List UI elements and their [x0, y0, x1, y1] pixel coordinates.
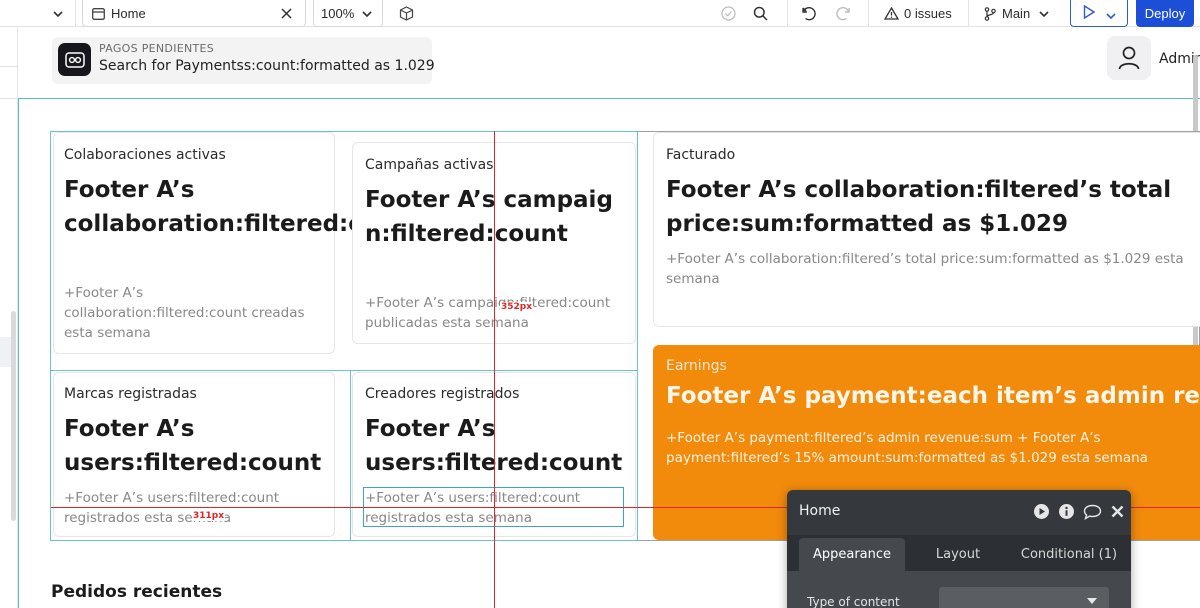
- card-note: +Footer A’s users:filtered:count registr…: [64, 490, 280, 526]
- issues-button[interactable]: 0 issues: [884, 0, 952, 27]
- divider: [968, 0, 969, 27]
- warning-icon: [884, 7, 899, 20]
- chevron-down-icon: [1105, 4, 1116, 23]
- chevron-down-icon[interactable]: [48, 0, 68, 27]
- payment-icon: [58, 43, 91, 76]
- divider: [868, 0, 869, 27]
- stat-card-collaborations[interactable]: Colaboraciones activas Footer A’s collab…: [53, 132, 422, 354]
- redo-icon[interactable]: [835, 0, 850, 27]
- tab-conditional[interactable]: Conditional (1): [1011, 538, 1127, 571]
- card-note: +Footer A’s collaboration:filtered:count…: [64, 285, 305, 341]
- chevron-down-icon: [1039, 10, 1049, 17]
- divider: [75, 0, 76, 27]
- card-value: Footer A’s users:filtered:count: [64, 416, 322, 476]
- type-of-content-label: Type of content: [807, 595, 900, 608]
- divider: [0, 66, 17, 67]
- recent-orders-title: Pedidos recientes: [51, 582, 223, 602]
- play-icon: [1083, 4, 1095, 23]
- scrollbar[interactable]: [11, 311, 16, 521]
- horizontal-distance-label: 311px: [192, 511, 226, 521]
- zoom-value: 100%: [321, 6, 355, 21]
- branch-selector[interactable]: Main: [984, 0, 1049, 27]
- left-panel-edge: [0, 28, 18, 608]
- card-value: Footer A’s collaboration:filtered:count: [64, 177, 422, 237]
- deploy-button[interactable]: Deploy: [1136, 0, 1194, 27]
- pending-payments-widget[interactable]: PAGOS PENDIENTES Search for Paymentss:co…: [52, 37, 435, 84]
- avatar[interactable]: [1107, 36, 1151, 80]
- play-circle-icon[interactable]: [1033, 503, 1050, 520]
- vertical-distance-label: 352px: [500, 302, 534, 312]
- card-label: Facturado: [666, 147, 736, 163]
- card-label: Creadores registrados: [365, 386, 520, 402]
- close-icon[interactable]: [1109, 503, 1126, 520]
- property-editor-body: Type of content: [787, 571, 1131, 608]
- branch-name: Main: [1002, 6, 1031, 21]
- divider: [0, 98, 17, 99]
- card-value: Footer A’s users:filtered:count: [365, 416, 623, 476]
- property-editor-title: Home: [799, 503, 841, 519]
- property-editor-tabs: Appearance Layout Conditional (1): [787, 535, 1131, 571]
- user-icon: [1118, 46, 1140, 70]
- header-outline: [18, 98, 1200, 99]
- page-selector[interactable]: Home: [82, 0, 306, 27]
- card-note: +Footer A’s campaign:filtered:count publ…: [365, 295, 611, 331]
- info-icon[interactable]: [1058, 503, 1075, 520]
- card-value: Footer A’s campaign:filtered:count: [365, 187, 613, 247]
- divider: [787, 0, 788, 27]
- branch-icon: [984, 6, 996, 21]
- vertical-guide: [494, 131, 495, 608]
- zoom-selector[interactable]: 100%: [313, 0, 383, 27]
- card-label: Colaboraciones activas: [64, 147, 226, 163]
- property-editor[interactable]: Home Appearance Layout Conditional (1) T…: [787, 490, 1131, 608]
- comment-icon[interactable]: [1082, 503, 1102, 520]
- page-name: Home: [111, 6, 146, 21]
- chevron-down-icon: [362, 0, 372, 27]
- check-circle-icon[interactable]: [721, 0, 736, 27]
- page-outline: [18, 98, 19, 608]
- issues-count: 0 issues: [904, 6, 952, 21]
- card-note: +Footer A’s collaboration:filtered’s tot…: [666, 251, 1184, 287]
- card-label: Earnings: [666, 358, 727, 374]
- stat-card-billed[interactable]: Facturado Footer A’s collaboration:filte…: [653, 132, 1200, 327]
- editor-window: Home 100% 0 issues Main Deploy PAGOS PEN…: [0, 0, 1200, 608]
- cube-icon[interactable]: [399, 0, 414, 27]
- search-icon[interactable]: [753, 0, 768, 27]
- card-value: Footer A’s payment:each item’s admin rev…: [666, 383, 1200, 409]
- card-note: +Footer A’s payment:filtered’s admin rev…: [666, 430, 1148, 466]
- top-toolbar: Home 100% 0 issues Main Deploy: [0, 0, 1200, 27]
- pending-payments-label: PAGOS PENDIENTES: [99, 42, 215, 55]
- tab-appearance[interactable]: Appearance: [799, 538, 905, 571]
- page-icon: [92, 0, 105, 27]
- caret-down-icon: [1087, 598, 1097, 604]
- undo-icon[interactable]: [802, 0, 817, 27]
- pending-payments-value: Search for Paymentss:count:formatted as …: [99, 58, 435, 74]
- close-icon[interactable]: [281, 0, 292, 27]
- tab-layout[interactable]: Layout: [917, 538, 999, 571]
- card-note: +Footer A’s users:filtered:count registr…: [365, 490, 581, 526]
- card-label: Campañas activas: [365, 157, 494, 173]
- card-value: Footer A’s collaboration:filtered’s tota…: [666, 177, 1172, 237]
- card-label: Marcas registradas: [64, 386, 197, 402]
- type-of-content-dropdown[interactable]: [939, 587, 1109, 608]
- preview-button[interactable]: [1070, 0, 1128, 27]
